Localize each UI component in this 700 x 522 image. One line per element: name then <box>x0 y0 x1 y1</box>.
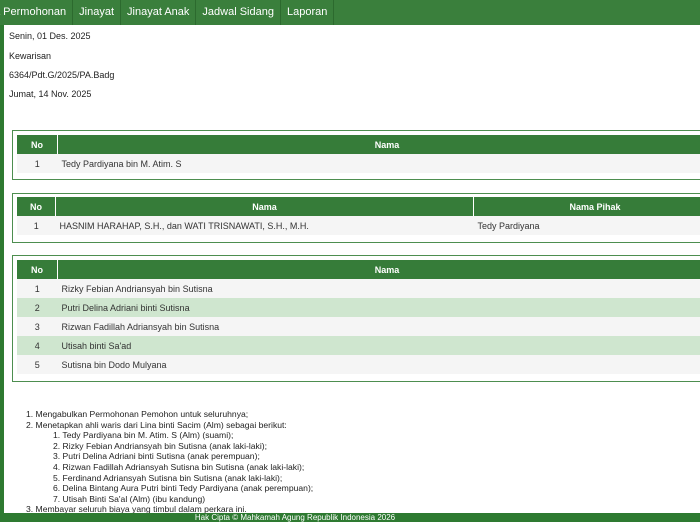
col-no: No <box>17 260 58 279</box>
nav-jinayat[interactable]: Jinayat <box>73 0 122 25</box>
panel-pemohon: No Nama 1 Tedy Pardiyana bin M. Atim. S <box>12 130 700 180</box>
nav-jadwal-sidang[interactable]: Jadwal Sidang <box>196 0 281 25</box>
top-nav: a Permohonan Jinayat Jinayat Anak Jadwal… <box>0 0 700 25</box>
cell-no: 5 <box>17 355 58 374</box>
col-nama: Nama <box>55 197 474 216</box>
cell-no: 1 <box>17 154 58 173</box>
cell-nama: Putri Delina Adriani binti Sutisna <box>57 298 700 317</box>
info-category: Kewarisan <box>9 51 52 61</box>
decision-item: 2. Menetapkan ahli waris dari Lina binti… <box>26 419 287 430</box>
decision-item: 1. Mengabulkan Permohonan Pemohon untuk … <box>26 409 249 419</box>
cell-no: 4 <box>17 336 58 355</box>
footer: Hak Cipta © Mahkamah Agung Republik Indo… <box>0 513 700 522</box>
cell-nama: HASNIM HARAHAP, S.H., dan WATI TRISNAWAT… <box>55 216 474 235</box>
table-row: 5 Sutisna bin Dodo Mulyana <box>17 355 700 374</box>
cell-no: 1 <box>17 216 56 235</box>
cell-nama: Rizky Febian Andriansyah bin Sutisna <box>57 279 700 298</box>
heir-item: 5. Ferdinand Adriansyah Sutisna bin Suti… <box>53 472 283 483</box>
info-decision-date: Jumat, 14 Nov. 2025 <box>9 89 92 99</box>
heir-item: 6. Delina Bintang Aura Putri binti Tedy … <box>53 483 314 494</box>
col-nama: Nama <box>57 135 700 154</box>
table-row: 1 Rizky Febian Andriansyah bin Sutisna <box>17 279 700 298</box>
table-termohon: No Nama 1 Rizky Febian Andriansyah bin S… <box>17 260 700 374</box>
heir-item: 3. Putri Delina Adriani binti Sutisna (a… <box>53 451 260 462</box>
nav-jinayat-anak[interactable]: Jinayat Anak <box>121 0 197 25</box>
cell-no: 1 <box>17 279 58 298</box>
col-nama-pihak: Nama Pihak <box>473 197 700 216</box>
nav-laporan[interactable]: Laporan <box>281 0 335 25</box>
table-row: 2 Putri Delina Adriani binti Sutisna <box>17 298 700 317</box>
col-no: No <box>17 197 56 216</box>
cell-nama-pihak: Tedy Pardiyana <box>473 216 700 235</box>
decision-text: 1. Mengabulkan Permohonan Pemohon untuk … <box>26 409 313 515</box>
table-pemohon: No Nama 1 Tedy Pardiyana bin M. Atim. S <box>17 135 700 173</box>
heir-item: 2. Rizky Febian Andriansyah bin Sutisna … <box>53 440 267 451</box>
table-row: 1 HASNIM HARAHAP, S.H., dan WATI TRISNAW… <box>17 216 700 235</box>
cell-no: 3 <box>17 317 58 336</box>
table-row: 3 Rizwan Fadillah Adriansyah bin Sutisna <box>17 317 700 336</box>
panel-kuasa: No Nama Nama Pihak 1 HASNIM HARAHAP, S.H… <box>12 193 700 243</box>
heir-item: 7. Utisah Binti Sa'al (Alm) (ibu kandung… <box>53 493 206 504</box>
cell-nama: Rizwan Fadillah Adriansyah bin Sutisna <box>57 317 700 336</box>
cell-nama: Tedy Pardiyana bin M. Atim. S <box>57 154 700 173</box>
col-no: No <box>17 135 58 154</box>
table-kuasa: No Nama Nama Pihak 1 HASNIM HARAHAP, S.H… <box>17 197 700 235</box>
col-nama: Nama <box>57 260 700 279</box>
nav-permohonan[interactable]: a Permohonan <box>0 0 74 25</box>
table-row: 4 Utisah binti Sa'ad <box>17 336 700 355</box>
footer-copyright: Hak Cipta © Mahkamah Agung Republik Indo… <box>194 513 396 522</box>
heir-item: 4. Rizwan Fadillah Adriansyah Sutisna bi… <box>53 461 305 472</box>
info-date: Senin, 01 Des. 2025 <box>9 31 91 41</box>
cell-no: 2 <box>17 298 58 317</box>
panel-termohon: No Nama 1 Rizky Febian Andriansyah bin S… <box>12 255 700 382</box>
cell-nama: Sutisna bin Dodo Mulyana <box>57 355 700 374</box>
cell-nama: Utisah binti Sa'ad <box>57 336 700 355</box>
heir-item: 1. Tedy Pardiyana bin M. Atim. S (Alm) (… <box>53 430 234 441</box>
info-case-number: 6364/Pdt.G/2025/PA.Badg <box>9 70 115 80</box>
table-row: 1 Tedy Pardiyana bin M. Atim. S <box>17 154 700 173</box>
left-accent-bar <box>0 25 4 522</box>
